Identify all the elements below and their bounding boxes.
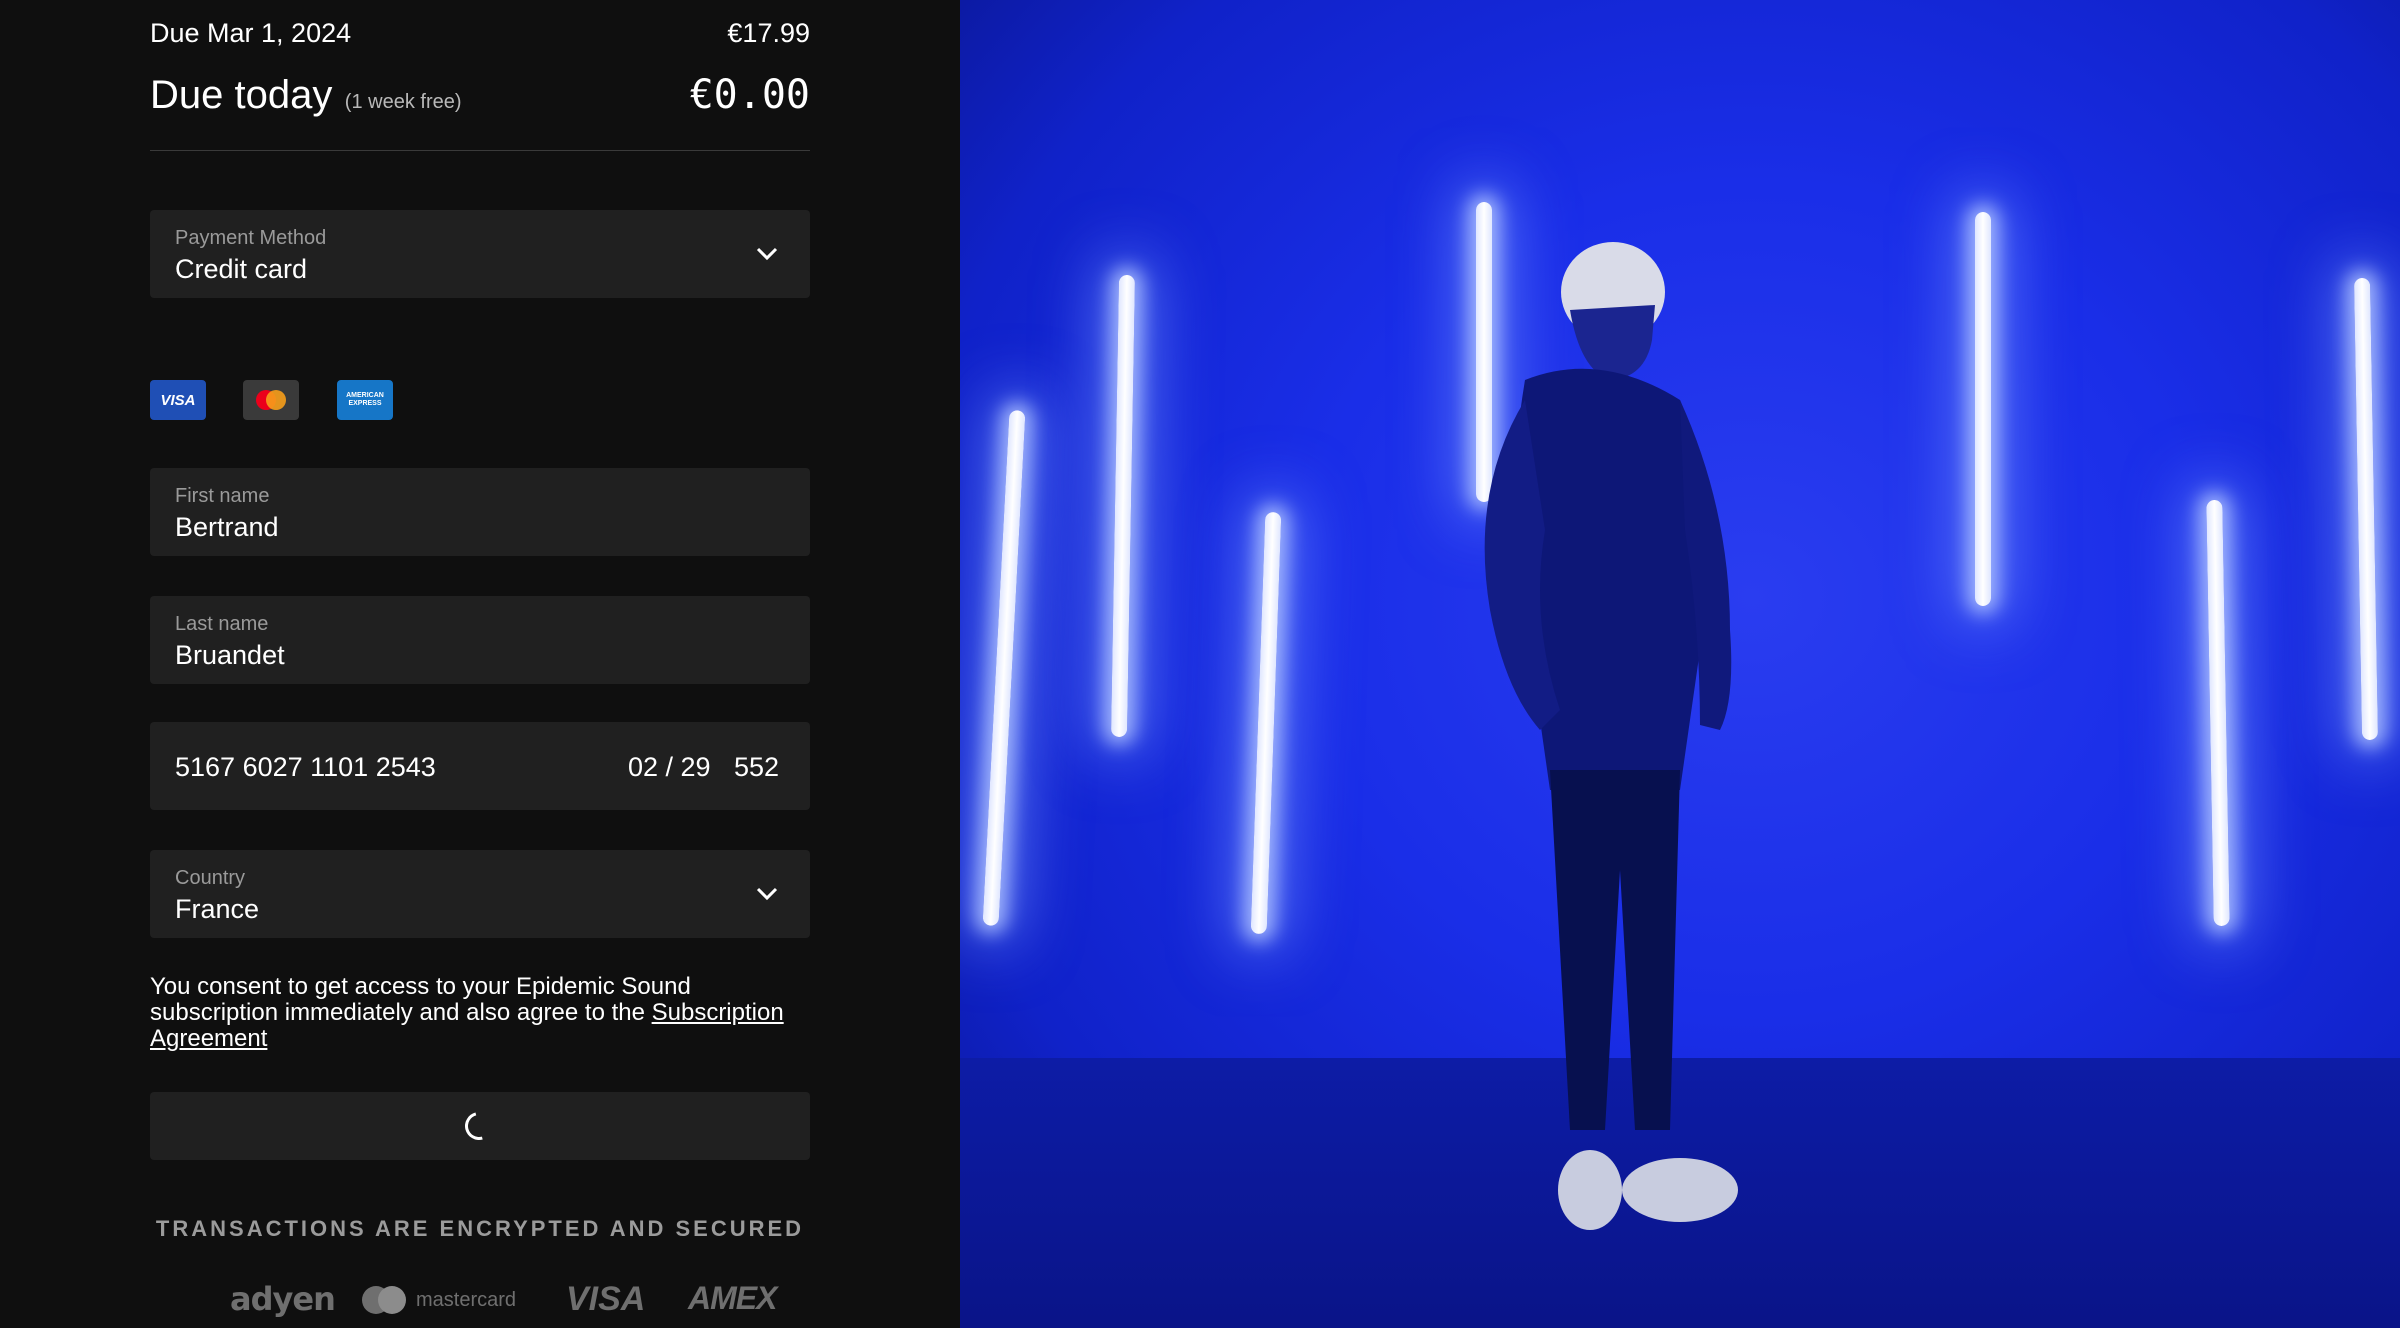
free-week-note: (1 week free) xyxy=(344,91,462,113)
due-today-amount: €0.00 xyxy=(689,72,810,118)
due-today-label: Due today xyxy=(150,73,333,117)
country-select[interactable]: Country France xyxy=(150,850,810,938)
consent-body: You consent to get access to your Epidem… xyxy=(150,973,691,1026)
chevron-down-icon xyxy=(756,887,778,901)
payment-method-select[interactable]: Payment Method Credit card xyxy=(150,210,810,298)
person-figure xyxy=(1484,242,1738,1230)
mastercard-circles-icon xyxy=(362,1286,408,1314)
security-notice: TRANSACTIONS ARE ENCRYPTED AND SECURED xyxy=(155,1216,805,1241)
card-details-field[interactable]: 5167 6027 1101 2543 02 / 29 552 xyxy=(150,722,810,810)
last-name-label: Last name xyxy=(175,613,269,635)
light-tube xyxy=(2353,277,2379,741)
first-name-value[interactable]: Bertrand xyxy=(175,512,279,543)
visa-card-icon: VISA xyxy=(150,380,206,420)
mastercard-logo: mastercard xyxy=(362,1286,516,1314)
checkout-panel: Due Mar 1, 2024 €17.99 Due today (1 week… xyxy=(0,0,960,1328)
card-number-input[interactable]: 5167 6027 1101 2543 xyxy=(175,752,436,783)
amex-card-icon: AMERICAN EXPRESS xyxy=(337,380,393,420)
submit-button[interactable] xyxy=(150,1092,810,1160)
due-today-row: Due today (1 week free) €0.00 xyxy=(150,72,810,118)
light-tube xyxy=(1110,274,1136,738)
card-cvc-input[interactable]: 552 xyxy=(734,752,779,783)
summary-divider xyxy=(150,150,810,151)
light-tube xyxy=(1250,511,1282,935)
mastercard-card-icon xyxy=(243,380,299,420)
due-date-amount: €17.99 xyxy=(727,18,810,48)
first-name-field[interactable]: First name Bertrand xyxy=(150,468,810,556)
loading-spinner-icon xyxy=(459,1106,499,1146)
payment-provider-logos: adyen mastercard VISA AMEX xyxy=(150,1280,810,1320)
amex-logo: AMEX xyxy=(688,1280,777,1316)
card-expiry-input[interactable]: 02 / 29 xyxy=(628,752,711,783)
mastercard-wordmark: mastercard xyxy=(416,1288,517,1311)
first-name-label: First name xyxy=(175,485,270,507)
last-name-field[interactable]: Last name Bruandet xyxy=(150,596,810,684)
due-date-row: Due Mar 1, 2024 €17.99 xyxy=(150,18,810,49)
country-value: France xyxy=(175,894,260,924)
last-name-value[interactable]: Bruandet xyxy=(175,640,285,671)
payment-method-label: Payment Method xyxy=(175,227,327,249)
light-tube xyxy=(982,409,1026,927)
amex-line2: EXPRESS xyxy=(348,400,382,407)
visa-logo: VISA xyxy=(566,1280,646,1318)
country-label: Country xyxy=(175,867,246,889)
chevron-down-icon xyxy=(756,247,778,261)
due-today-heading: Due today (1 week free) xyxy=(150,73,462,118)
light-tube xyxy=(1975,212,1991,606)
due-date-label: Due Mar 1, 2024 xyxy=(150,18,352,48)
visa-card-text: VISA xyxy=(160,391,196,409)
payment-method-value: Credit card xyxy=(175,254,308,284)
light-tube xyxy=(2206,499,2230,927)
consent-text: You consent to get access to your Epidem… xyxy=(150,974,820,1052)
hero-photo xyxy=(960,0,2400,1328)
amex-line1: AMERICAN xyxy=(346,392,384,399)
adyen-logo: adyen xyxy=(230,1280,336,1318)
